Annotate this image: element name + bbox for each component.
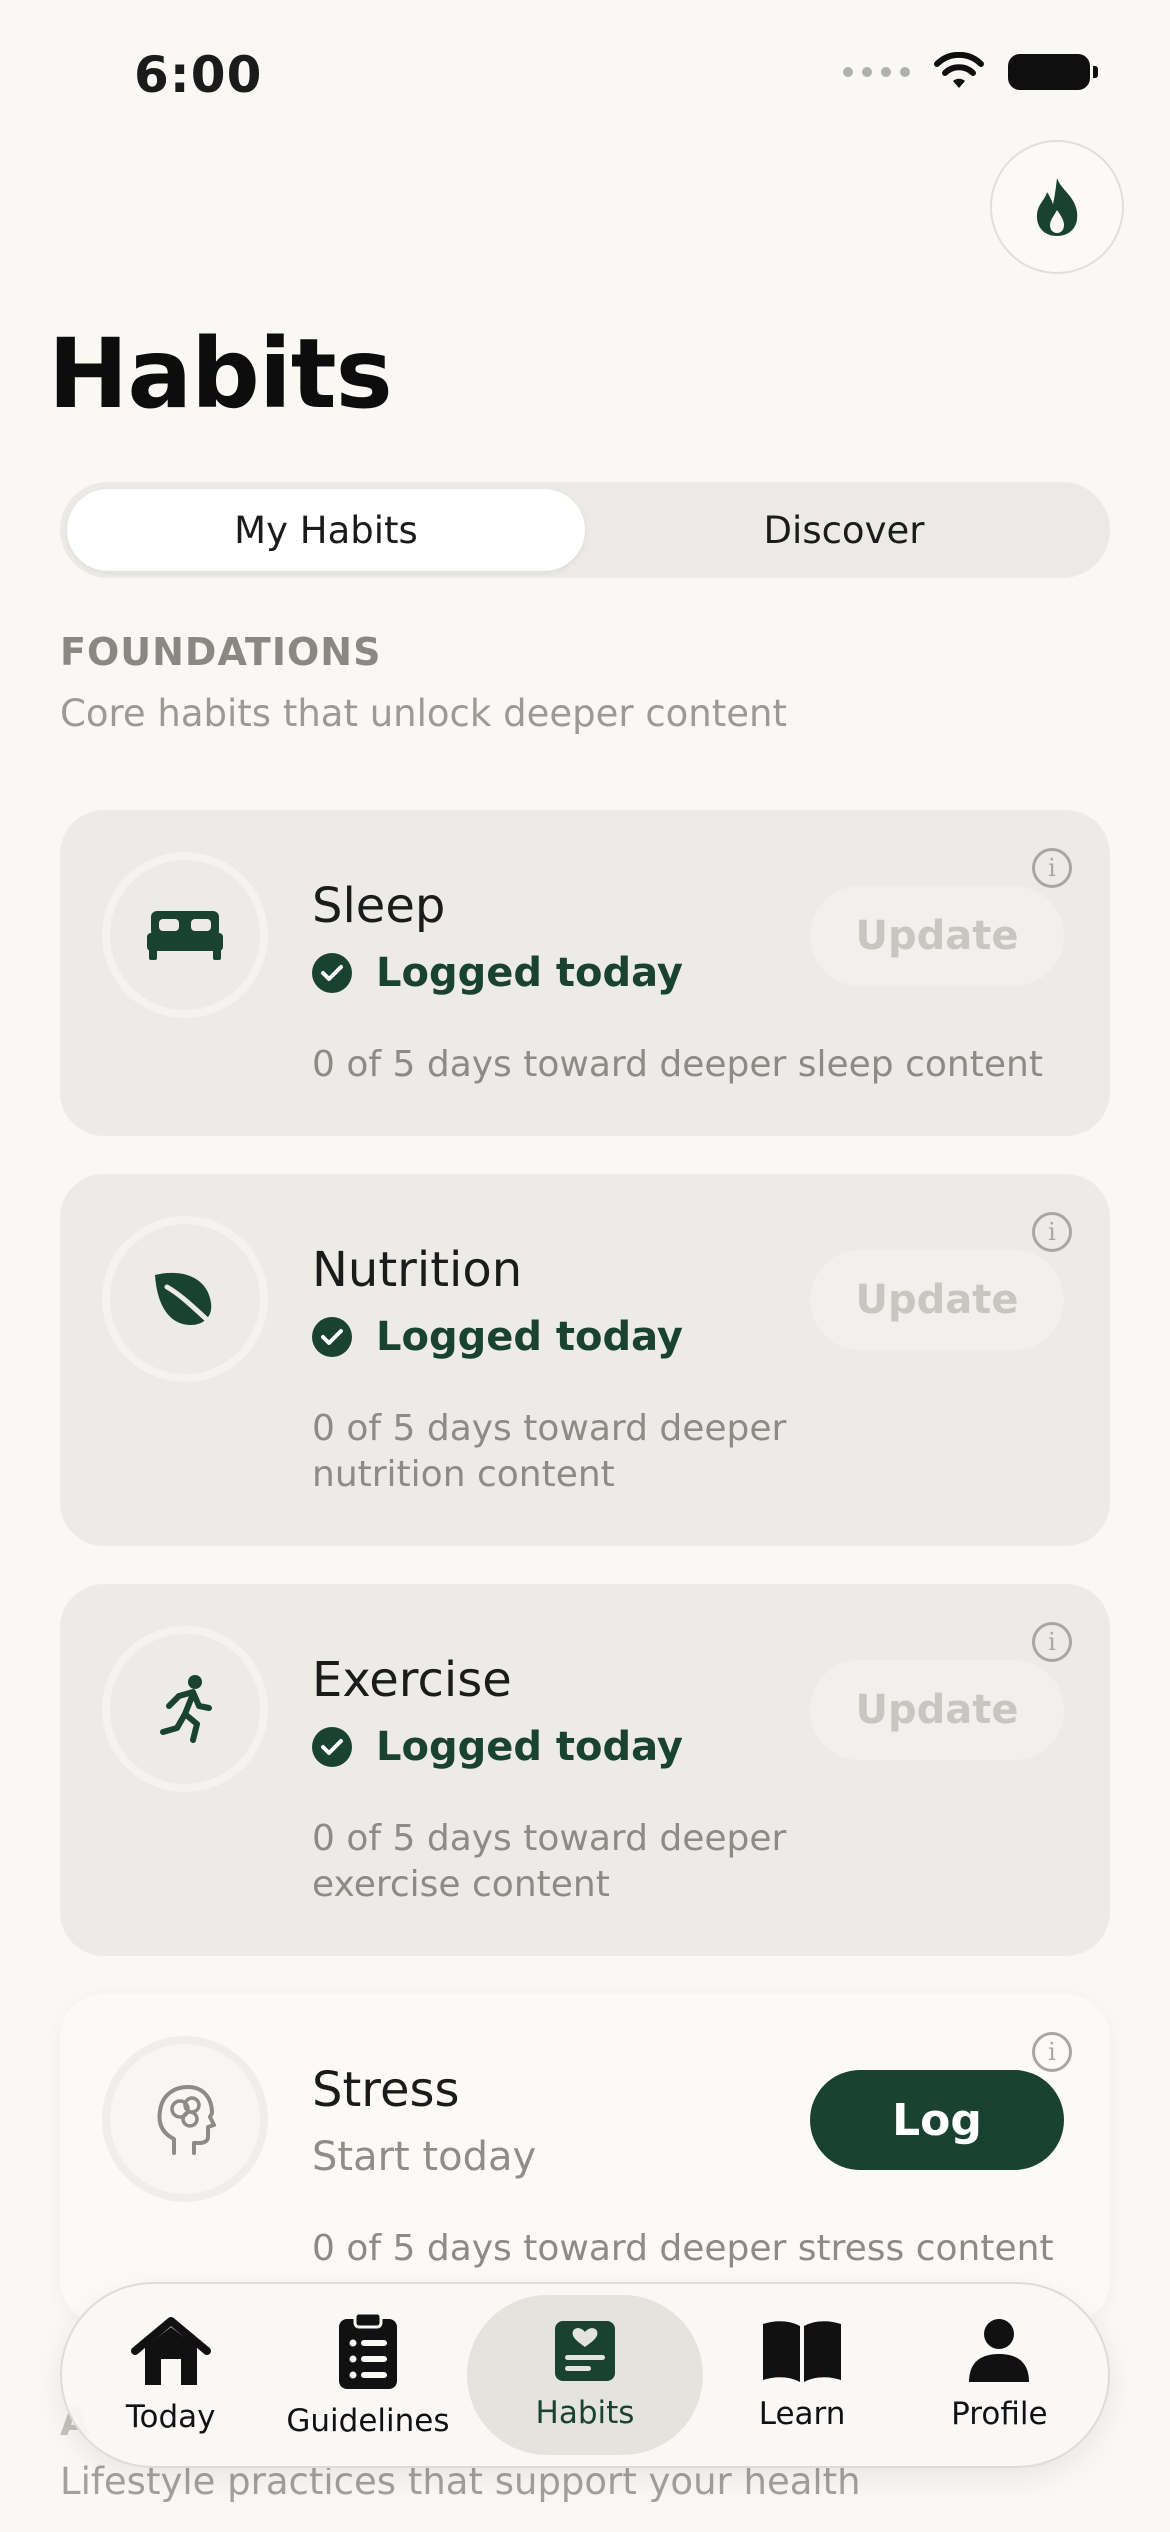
habit-card-exercise[interactable]: Exercise Logged today 0 of 5 days toward… [60,1584,1110,1956]
flame-icon [1036,178,1078,236]
habit-status-text: Logged today [376,1724,683,1770]
habit-icon-ring [102,2036,268,2202]
habit-status-text: Logged today [376,1314,683,1360]
habit-name: Sleep [312,878,446,934]
habit-status-text: Start today [312,2134,537,2180]
habit-icon-ring [102,1626,268,1792]
battery-icon [1008,54,1098,90]
log-button[interactable]: Log [810,2070,1064,2170]
habit-status-text: Logged today [376,950,683,996]
status-icons [843,52,1098,92]
habit-status: Logged today [312,950,683,996]
bottom-nav: Today Guidelines Habits Learn Profile [60,2282,1110,2468]
info-icon[interactable]: i [1032,1622,1072,1662]
update-button[interactable]: Update [810,886,1064,986]
habit-progress: 0 of 5 days toward deeper nutrition cont… [312,1408,787,1495]
info-icon[interactable]: i [1032,2032,1072,2072]
update-button[interactable]: Update [810,1660,1064,1760]
habit-status: Start today [312,2134,536,2180]
update-button[interactable]: Update [810,1250,1064,1350]
status-time: 6:00 [134,46,263,104]
check-circle-icon [312,953,352,993]
cellular-signal-icon [843,67,910,77]
nav-item-learn[interactable]: Learn [703,2295,900,2455]
nav-item-habits[interactable]: Habits [466,2295,704,2455]
nav-item-today[interactable]: Today [72,2295,269,2455]
habit-name: Exercise [312,1652,512,1708]
section-title: FOUNDATIONS [60,630,382,674]
brain-head-icon [157,2085,216,2155]
status-bar: 6:00 [0,0,1170,150]
running-icon [160,1675,212,1743]
wifi-icon [934,52,984,88]
segmented-control: My Habits Discover [60,482,1110,578]
habit-card-sleep[interactable]: Sleep Logged today 0 of 5 days toward de… [60,810,1110,1136]
nav-label: Learn [758,2396,846,2432]
habit-status: Logged today [312,1314,683,1360]
home-icon [130,2317,211,2385]
tab-discover[interactable]: Discover [585,489,1103,571]
nav-label: Guidelines [286,2403,450,2439]
check-circle-icon [312,1727,352,1767]
nav-label: Today [125,2399,216,2435]
section-subtitle: Core habits that unlock deeper content [60,692,787,735]
page-title: Habits [48,318,393,430]
info-icon[interactable]: i [1032,848,1072,888]
habit-status: Logged today [312,1724,683,1770]
habit-progress: 0 of 5 days toward deeper stress content [312,2228,1054,2269]
habit-card-stress[interactable]: Stress Start today 0 of 5 days toward de… [60,1994,1110,2324]
habit-name: Nutrition [312,1242,523,1298]
nav-item-guidelines[interactable]: Guidelines [269,2295,466,2455]
habit-icon-ring [102,852,268,1018]
bed-icon [147,911,223,960]
habit-progress: 0 of 5 days toward deeper exercise conte… [312,1818,787,1905]
nav-item-profile[interactable]: Profile [901,2295,1098,2455]
habit-icon-ring [102,1216,268,1382]
habit-card-nutrition[interactable]: Nutrition Logged today 0 of 5 days towar… [60,1174,1110,1546]
habit-progress: 0 of 5 days toward deeper sleep content [312,1044,1043,1085]
streak-button[interactable] [990,140,1124,274]
clipboard-icon [338,2311,397,2389]
habit-name: Stress [312,2062,460,2118]
nav-label: Profile [951,2396,1048,2432]
leaf-icon [155,1272,218,1329]
person-icon [969,2319,1030,2382]
info-icon[interactable]: i [1032,1212,1072,1252]
tab-my-habits[interactable]: My Habits [67,489,585,571]
book-icon [763,2321,842,2382]
check-circle-icon [312,1317,352,1357]
nav-label: Habits [535,2395,635,2431]
habits-icon [555,2321,615,2381]
